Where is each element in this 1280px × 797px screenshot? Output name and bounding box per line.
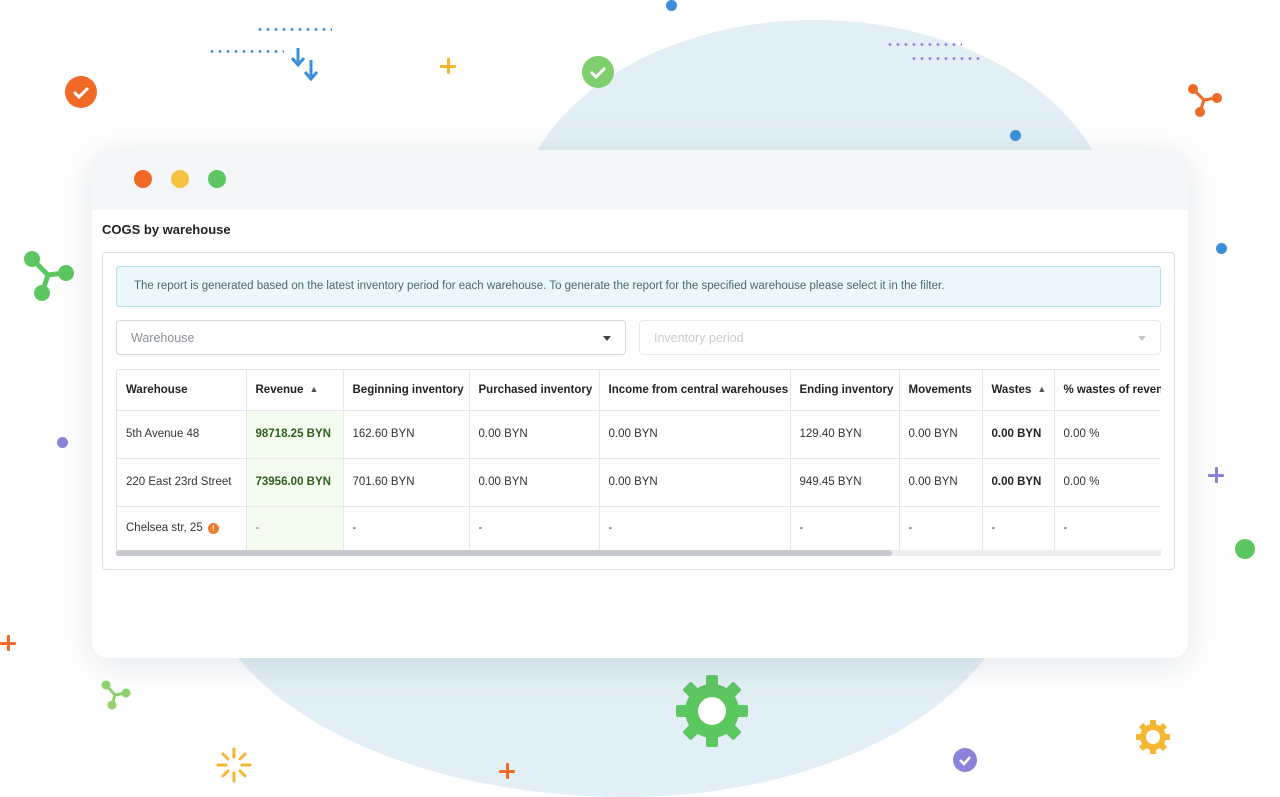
dotted-line-decoration: [886, 43, 962, 46]
cell-wastes: 0.00 BYN: [982, 458, 1055, 507]
cell-movements: -: [899, 506, 983, 550]
dot-decoration: [1216, 243, 1227, 254]
arrow-down-icon: [290, 48, 319, 82]
chevron-down-icon: [603, 336, 611, 341]
cell-income-central: -: [599, 506, 791, 550]
cell-warehouse-label: Chelsea str, 25: [126, 522, 203, 535]
sparkle-icon: [216, 747, 252, 783]
table-row[interactable]: 5th Avenue 48 98718.25 BYN 162.60 BYN 0.…: [117, 410, 1161, 459]
window-titlebar: [92, 150, 1188, 210]
cell-revenue: -: [246, 506, 344, 550]
cell-ending-inventory: 949.45 BYN: [790, 458, 900, 507]
column-header-purchased-inventory: Purchased inventory: [469, 370, 600, 411]
dotted-line-decoration: [910, 57, 984, 60]
cell-ending-inventory: -: [790, 506, 900, 550]
column-header-income-central: Income from central warehouses: [599, 370, 791, 411]
dot-decoration: [1010, 130, 1021, 141]
horizontal-scrollbar[interactable]: [116, 550, 1161, 556]
cell-revenue: 73956.00 BYN: [246, 458, 344, 507]
dot-decoration: [1235, 539, 1255, 559]
gear-icon: [676, 675, 748, 747]
column-header-warehouse: Warehouse: [117, 370, 247, 411]
cell-warehouse: 220 East 23rd Street: [117, 458, 247, 507]
window-maximize-button[interactable]: [208, 170, 226, 188]
warehouse-select[interactable]: Warehouse: [116, 320, 626, 355]
cell-warehouse: 5th Avenue 48: [117, 410, 247, 459]
dotted-line-decoration: [256, 28, 332, 31]
plus-icon: [499, 763, 515, 779]
cell-income-central: 0.00 BYN: [599, 458, 791, 507]
chevron-down-icon: [1138, 336, 1146, 341]
column-header-ending-inventory: Ending inventory: [790, 370, 900, 411]
network-icon: [101, 680, 131, 710]
column-header-beginning-inventory: Beginning inventory: [343, 370, 470, 411]
cell-movements: 0.00 BYN: [899, 458, 983, 507]
table-row[interactable]: 220 East 23rd Street 73956.00 BYN 701.60…: [117, 458, 1161, 507]
cell-beginning-inventory: -: [343, 506, 470, 550]
column-header-movements: Movements: [899, 370, 983, 411]
inventory-period-select[interactable]: Inventory period: [639, 320, 1161, 355]
cell-ending-inventory: 129.40 BYN: [790, 410, 900, 459]
gear-icon: [1136, 720, 1170, 754]
check-icon: [953, 748, 977, 772]
cell-revenue: 98718.25 BYN: [246, 410, 344, 459]
warning-icon[interactable]: !: [207, 523, 219, 535]
check-icon: [582, 56, 614, 88]
check-icon: [65, 76, 97, 108]
table-header-row: Warehouse Revenue ▲︎ Beginning inventory …: [117, 370, 1161, 411]
cell-wastes-percent: 0.00 %: [1054, 410, 1161, 459]
cell-wastes: 0.00 BYN: [982, 410, 1055, 459]
cell-income-central: 0.00 BYN: [599, 410, 791, 459]
dotted-line-decoration: [208, 50, 284, 53]
report-panel: The report is generated based on the lat…: [102, 252, 1175, 570]
inventory-period-placeholder: Inventory period: [654, 331, 744, 345]
warehouse-select-placeholder: Warehouse: [131, 331, 195, 345]
sort-icon[interactable]: ▲︎: [1037, 384, 1046, 394]
column-header-revenue[interactable]: Revenue ▲︎: [246, 370, 344, 411]
cell-beginning-inventory: 162.60 BYN: [343, 410, 470, 459]
cell-beginning-inventory: 701.60 BYN: [343, 458, 470, 507]
table-row[interactable]: Chelsea str, 25! - - - - - - - -: [117, 506, 1161, 550]
app-window: COGS by warehouse The report is generate…: [92, 150, 1188, 658]
window-close-button[interactable]: [134, 170, 152, 188]
page-title: COGS by warehouse: [102, 222, 231, 237]
column-header-wastes[interactable]: Wastes ▲︎: [982, 370, 1055, 411]
column-header-wastes-percent: % wastes of revenue: [1054, 370, 1161, 411]
network-icon: [1188, 84, 1222, 117]
sort-icon[interactable]: ▲︎: [309, 384, 318, 394]
cell-wastes-percent: -: [1054, 506, 1161, 550]
cell-wastes: -: [982, 506, 1055, 550]
info-notice: The report is generated based on the lat…: [116, 266, 1161, 307]
cell-purchased-inventory: -: [469, 506, 600, 550]
cogs-table: Warehouse Revenue ▲︎ Beginning inventory …: [117, 370, 1161, 550]
dot-decoration: [57, 437, 68, 448]
cell-movements: 0.00 BYN: [899, 410, 983, 459]
scrollbar-thumb[interactable]: [116, 550, 892, 556]
cell-wastes-percent: 0.00 %: [1054, 458, 1161, 507]
cogs-table-container: Warehouse Revenue ▲︎ Beginning inventory …: [116, 369, 1161, 552]
network-icon: [24, 251, 74, 301]
dot-decoration: [666, 0, 677, 11]
window-minimize-button[interactable]: [171, 170, 189, 188]
cell-purchased-inventory: 0.00 BYN: [469, 458, 600, 507]
plus-icon: [1208, 467, 1224, 483]
plus-icon: [0, 635, 16, 651]
plus-icon: [440, 58, 456, 74]
cell-warehouse: Chelsea str, 25!: [117, 506, 247, 550]
cell-purchased-inventory: 0.00 BYN: [469, 410, 600, 459]
